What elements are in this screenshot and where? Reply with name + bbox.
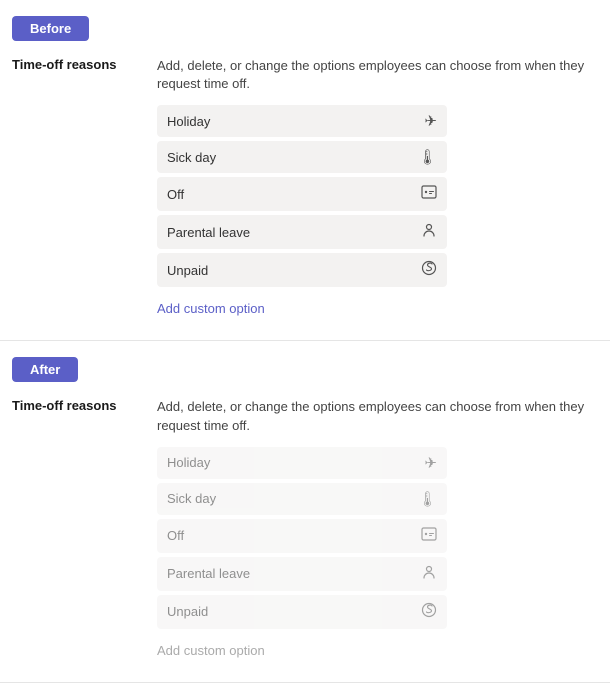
before-add-custom-link[interactable]: Add custom option bbox=[157, 301, 265, 316]
after-option-parental-icon bbox=[421, 564, 437, 584]
after-option-holiday-label: Holiday bbox=[167, 455, 210, 470]
before-body: Time-off reasons Add, delete, or change … bbox=[0, 57, 610, 316]
after-add-custom-label: Add custom option bbox=[157, 643, 265, 658]
before-option-parental[interactable]: Parental leave bbox=[157, 215, 447, 249]
after-header: After bbox=[12, 357, 78, 382]
after-option-holiday: Holiday ✈ bbox=[157, 447, 447, 479]
after-option-parental: Parental leave bbox=[157, 557, 447, 591]
after-options-list: Holiday ✈ Sick day 🌡 Off bbox=[157, 447, 598, 629]
before-content: Add, delete, or change the options emplo… bbox=[157, 57, 598, 316]
after-option-off-label: Off bbox=[167, 528, 184, 543]
before-description: Add, delete, or change the options emplo… bbox=[157, 57, 598, 93]
after-option-sickday-label: Sick day bbox=[167, 491, 216, 506]
before-option-holiday-icon: ✈ bbox=[424, 112, 437, 130]
before-option-off[interactable]: Off bbox=[157, 177, 447, 211]
after-content: Add, delete, or change the options emplo… bbox=[157, 398, 598, 657]
before-option-sickday-icon: 🌡 bbox=[418, 148, 437, 166]
after-option-unpaid-label: Unpaid bbox=[167, 604, 208, 619]
before-options-list: Holiday ✈ Sick day 🌡 Off bbox=[157, 105, 598, 287]
before-option-off-label: Off bbox=[167, 187, 184, 202]
before-option-holiday[interactable]: Holiday ✈ bbox=[157, 105, 447, 137]
before-option-parental-label: Parental leave bbox=[167, 225, 250, 240]
after-option-parental-label: Parental leave bbox=[167, 566, 250, 581]
after-option-off: Off bbox=[157, 519, 447, 553]
before-option-sickday[interactable]: Sick day 🌡 bbox=[157, 141, 447, 173]
after-option-unpaid: Unpaid bbox=[157, 595, 447, 629]
before-option-unpaid-label: Unpaid bbox=[167, 263, 208, 278]
before-option-off-icon bbox=[421, 184, 437, 204]
before-section: Before Time-off reasons Add, delete, or … bbox=[0, 0, 610, 341]
before-option-unpaid-icon bbox=[421, 260, 437, 280]
before-option-unpaid[interactable]: Unpaid bbox=[157, 253, 447, 287]
before-section-label: Time-off reasons bbox=[12, 57, 157, 316]
after-option-unpaid-icon bbox=[421, 602, 437, 622]
before-header: Before bbox=[12, 16, 89, 41]
before-option-holiday-label: Holiday bbox=[167, 114, 210, 129]
after-description: Add, delete, or change the options emplo… bbox=[157, 398, 598, 434]
after-option-sickday: Sick day 🌡 bbox=[157, 483, 447, 515]
after-section-label: Time-off reasons bbox=[12, 398, 157, 657]
after-option-sickday-icon: 🌡 bbox=[418, 490, 437, 508]
after-section: After Time-off reasons Add, delete, or c… bbox=[0, 341, 610, 682]
after-option-off-icon bbox=[421, 526, 437, 546]
after-option-holiday-icon: ✈ bbox=[424, 454, 437, 472]
before-option-sickday-label: Sick day bbox=[167, 150, 216, 165]
before-option-parental-icon bbox=[421, 222, 437, 242]
after-body: Time-off reasons Add, delete, or change … bbox=[0, 398, 610, 657]
